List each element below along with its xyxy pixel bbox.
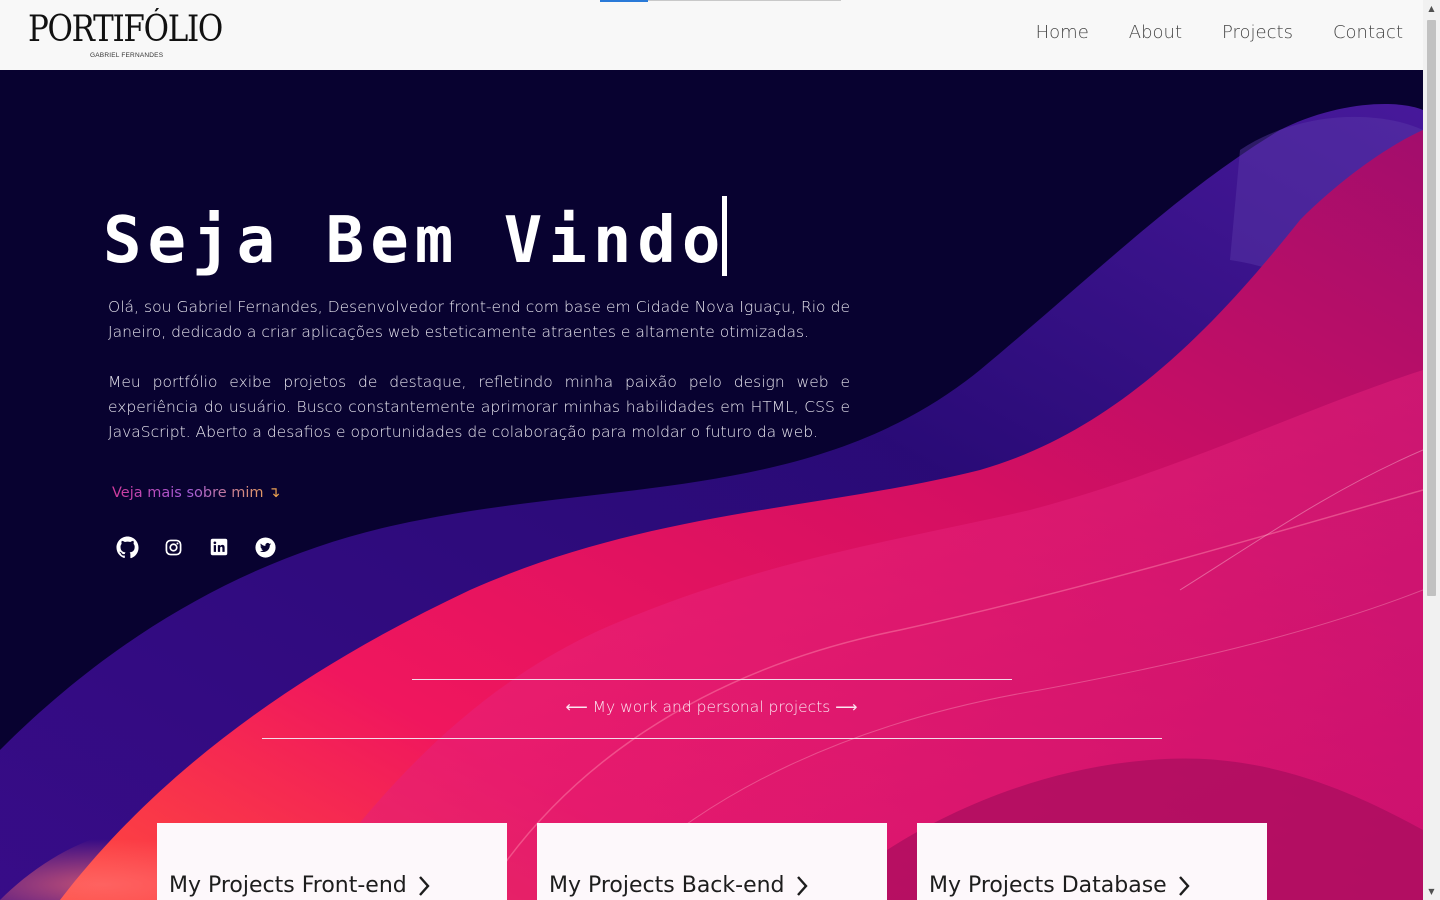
github-icon[interactable]: [115, 535, 139, 559]
card-title: My Projects Database: [929, 873, 1191, 898]
logo-title: PORTIFÓLIO: [28, 9, 223, 50]
welcome-heading: Seja Bem Vindo: [103, 196, 728, 278]
main-nav: Home About Projects Contact: [1036, 22, 1403, 43]
nav-about[interactable]: About: [1129, 22, 1182, 43]
chevron-right-icon: [1178, 875, 1190, 896]
scroll-up-arrow-icon[interactable]: ▲: [1423, 0, 1440, 17]
logo-subtitle: GABRIEL FERNANDES: [90, 52, 164, 59]
page-scrollbar[interactable]: ▲ ▼: [1423, 0, 1440, 900]
nav-projects[interactable]: Projects: [1222, 22, 1293, 43]
card-title-text: My Projects Database: [929, 873, 1167, 898]
card-title: My Projects Front-end: [169, 873, 431, 898]
projects-caption: ⟵ My work and personal projects ⟶: [565, 698, 858, 716]
divider-top: [412, 679, 1012, 680]
nav-contact[interactable]: Contact: [1333, 22, 1403, 43]
intro-paragraph-1: Olá, sou Gabriel Fernandes, Desenvolvedo…: [108, 298, 850, 341]
chevron-right-icon: [418, 875, 430, 896]
hero-section: Seja Bem Vindo Olá, sou Gabriel Fernande…: [0, 70, 1423, 900]
project-card-backend[interactable]: My Projects Back-end: [537, 823, 887, 900]
see-more-link[interactable]: Veja mais sobre mim ↴: [112, 485, 280, 501]
project-card-frontend[interactable]: My Projects Front-end: [157, 823, 507, 900]
project-card-database[interactable]: My Projects Database: [917, 823, 1267, 900]
scroll-progress-bar: [600, 0, 841, 2]
logo[interactable]: PORTIFÓLIO GABRIEL FERNANDES: [28, 9, 228, 60]
instagram-icon[interactable]: [161, 535, 185, 559]
card-title: My Projects Back-end: [549, 873, 809, 898]
chevron-right-icon: [796, 875, 808, 896]
card-title-text: My Projects Back-end: [549, 873, 785, 898]
divider-bottom: [262, 738, 1162, 739]
twitter-icon[interactable]: [253, 535, 277, 559]
scroll-down-arrow-icon[interactable]: ▼: [1423, 883, 1440, 900]
nav-home[interactable]: Home: [1036, 22, 1089, 43]
social-links: [115, 535, 277, 559]
welcome-text: Seja Bem Vindo: [103, 204, 727, 278]
linkedin-icon[interactable]: [207, 535, 231, 559]
intro-text: Olá, sou Gabriel Fernandes, Desenvolvedo…: [108, 295, 850, 470]
scroll-progress-fill: [600, 0, 649, 2]
intro-paragraph-2: Meu portfólio exibe projetos de destaque…: [108, 373, 850, 441]
site-header: PORTIFÓLIO GABRIEL FERNANDES Home About …: [0, 0, 1423, 70]
typing-cursor: [722, 196, 728, 276]
card-title-text: My Projects Front-end: [169, 873, 407, 898]
scrollbar-thumb[interactable]: [1427, 20, 1436, 596]
